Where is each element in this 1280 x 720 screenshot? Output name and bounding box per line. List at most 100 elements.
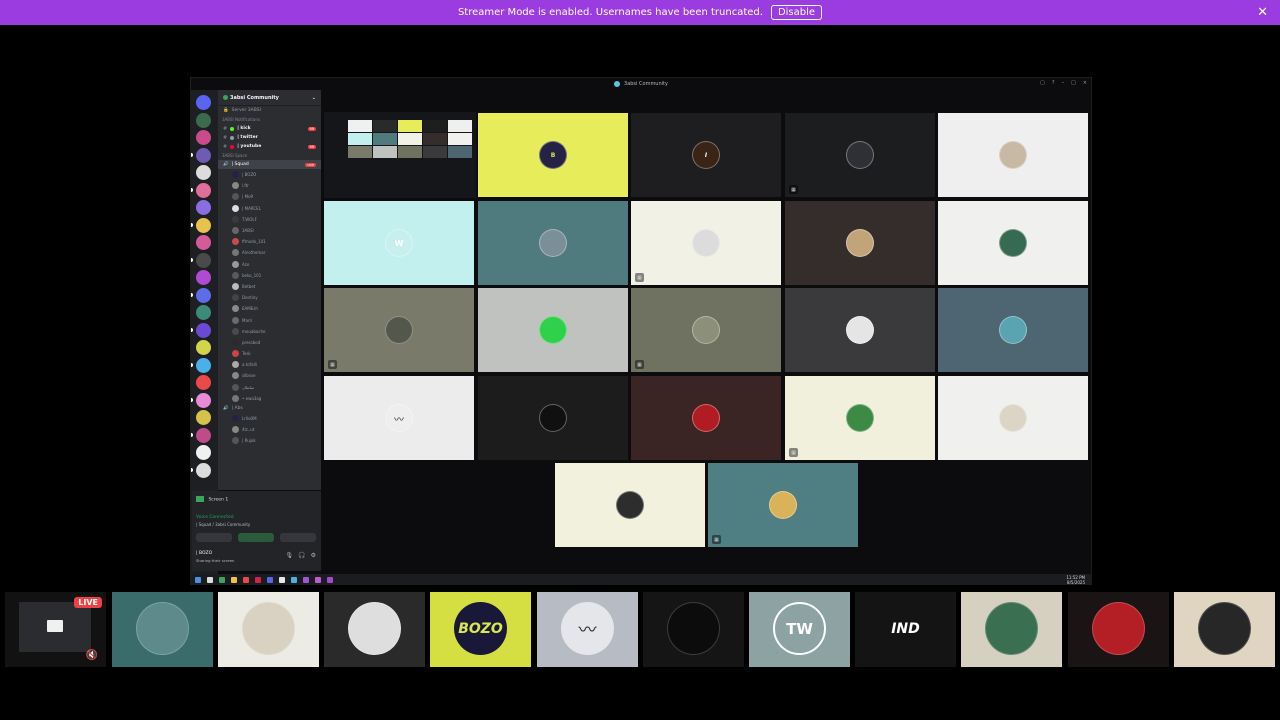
server-icon[interactable] <box>196 182 211 198</box>
participant-tile[interactable]: BOZO <box>430 592 531 667</box>
mic-icon[interactable]: 🎙 <box>286 552 294 559</box>
taskbar-app-icon[interactable] <box>243 576 249 583</box>
share-screen-button[interactable] <box>238 533 274 542</box>
voice-member[interactable]: EAMEsh <box>218 303 321 314</box>
server-icon[interactable] <box>196 235 211 250</box>
taskbar-app-icon[interactable] <box>315 576 321 583</box>
server-icon[interactable] <box>196 270 211 285</box>
voice-member[interactable]: | BOZO <box>218 169 321 180</box>
window-control-icon[interactable]: □ <box>1071 80 1076 86</box>
window-control-icon[interactable]: × <box>1083 80 1087 86</box>
voice-member[interactable]: l.ftr <box>218 180 321 191</box>
video-tile[interactable] <box>938 288 1088 372</box>
participant-tile[interactable]: LIVE 🔇 <box>5 592 106 667</box>
server-icon[interactable] <box>196 375 211 390</box>
server-icon[interactable] <box>196 305 211 320</box>
server-icon[interactable] <box>196 200 211 215</box>
voice-member[interactable]: Dentiny <box>218 292 321 303</box>
taskbar-app-icon[interactable] <box>231 576 237 583</box>
video-tile[interactable]: ▦ <box>324 288 474 372</box>
server-icon[interactable] <box>196 392 211 408</box>
server-icon[interactable] <box>196 252 211 268</box>
video-tile[interactable]: ▦ <box>785 376 935 460</box>
voice-member[interactable]: 4lz..ut <box>218 424 321 435</box>
video-tile[interactable] <box>555 463 705 547</box>
video-tile[interactable] <box>478 288 628 372</box>
muted-icon[interactable]: 🔇 <box>86 650 98 661</box>
server-icon[interactable] <box>196 322 211 338</box>
voice-member[interactable]: Alnothemar <box>218 247 321 258</box>
voice-member[interactable]: Tesk <box>218 348 321 359</box>
participant-tile[interactable] <box>643 592 744 667</box>
server-icon[interactable] <box>196 427 211 443</box>
server-icon[interactable] <box>196 217 211 233</box>
voice-member[interactable]: | MARCEL <box>218 203 321 214</box>
taskbar-app-icon[interactable] <box>327 576 333 583</box>
close-icon[interactable]: ✕ <box>1257 5 1268 20</box>
participant-tile[interactable]: TW <box>749 592 850 667</box>
taskbar-app-icon[interactable] <box>219 576 225 583</box>
voice-member[interactable]: pressbod <box>218 337 321 348</box>
category-notifications[interactable]: 3ABSI Notifications <box>218 115 321 124</box>
server-icon[interactable] <box>196 410 211 425</box>
participant-tile[interactable] <box>961 592 1062 667</box>
text-channel-0[interactable]: # | kick 99 <box>218 124 321 133</box>
voice-member[interactable]: silbsse <box>218 370 321 381</box>
stream-preview-row[interactable]: Screen 1 <box>196 496 228 503</box>
voice-channel-squad[interactable]: 🔊 | Squad LIVE <box>218 160 321 169</box>
window-control-icon[interactable]: ▢ <box>1040 80 1045 86</box>
server-icon[interactable] <box>196 445 211 460</box>
video-tile[interactable]: 〰 <box>324 376 474 460</box>
text-channel-1[interactable]: # | twitter <box>218 133 321 142</box>
participant-tile[interactable] <box>218 592 319 667</box>
activities-button[interactable] <box>280 533 316 542</box>
video-tile[interactable] <box>631 376 781 460</box>
server-icon[interactable] <box>196 462 211 478</box>
window-control-icon[interactable]: ? <box>1052 80 1055 86</box>
taskbar-app-icon[interactable] <box>207 576 213 583</box>
taskbar-app-icon[interactable] <box>303 576 309 583</box>
participant-tile[interactable] <box>112 592 213 667</box>
voice-member[interactable]: beko_101 <box>218 270 321 281</box>
voice-member[interactable]: • ewa3ag <box>218 393 321 404</box>
voice-member[interactable]: Marri <box>218 314 321 325</box>
video-tile[interactable] <box>478 201 628 285</box>
taskbar-app-icon[interactable] <box>279 576 285 583</box>
video-tile[interactable] <box>478 376 628 460</box>
video-tile[interactable]: ▦ <box>708 463 858 547</box>
server-icon[interactable] <box>196 95 211 110</box>
disable-streamer-mode-button[interactable]: Disable <box>770 5 823 20</box>
server-guide-row[interactable]: 🔒 Server 3ABSI <box>218 106 321 115</box>
voice-member[interactable]: 3ABSI <box>218 225 321 236</box>
voice-member[interactable]: mouabache <box>218 326 321 337</box>
voice-member[interactable]: T.WOLF <box>218 214 321 225</box>
participant-tile[interactable]: IND <box>855 592 956 667</box>
participant-tile[interactable] <box>1174 592 1275 667</box>
video-tile[interactable] <box>938 113 1088 197</box>
taskbar-app-icon[interactable] <box>267 576 273 583</box>
voice-member[interactable]: | Rujok <box>218 435 321 446</box>
participant-tile[interactable] <box>324 592 425 667</box>
screen-share-tile[interactable] <box>324 112 476 198</box>
voice-member[interactable]: Azo <box>218 259 321 270</box>
voice-member[interactable]: ffmodo_101 <box>218 236 321 247</box>
video-tile[interactable]: I <box>631 113 781 197</box>
chevron-down-icon[interactable]: ⌄ <box>312 95 316 101</box>
video-tile[interactable] <box>785 288 935 372</box>
video-tile[interactable]: B <box>478 113 628 197</box>
participant-tile[interactable] <box>1068 592 1169 667</box>
server-icon[interactable] <box>196 130 211 145</box>
video-tile[interactable] <box>938 376 1088 460</box>
taskbar-app-icon[interactable] <box>255 576 261 583</box>
voice-channel-abs[interactable]: 🔊 | Abs <box>218 404 321 413</box>
participant-tile[interactable]: 〰 <box>537 592 638 667</box>
camera-button[interactable] <box>196 533 232 542</box>
video-tile[interactable] <box>785 201 935 285</box>
voice-member[interactable]: سلطان <box>218 382 321 393</box>
server-icon[interactable] <box>196 287 211 303</box>
category-space[interactable]: 3ABSI Space <box>218 151 321 160</box>
voice-member[interactable]: Betbet <box>218 281 321 292</box>
video-tile[interactable]: ▦ <box>785 113 935 197</box>
video-tile[interactable]: ▦ <box>631 201 781 285</box>
voice-location[interactable]: | Squad / 3absi Community <box>196 522 250 527</box>
